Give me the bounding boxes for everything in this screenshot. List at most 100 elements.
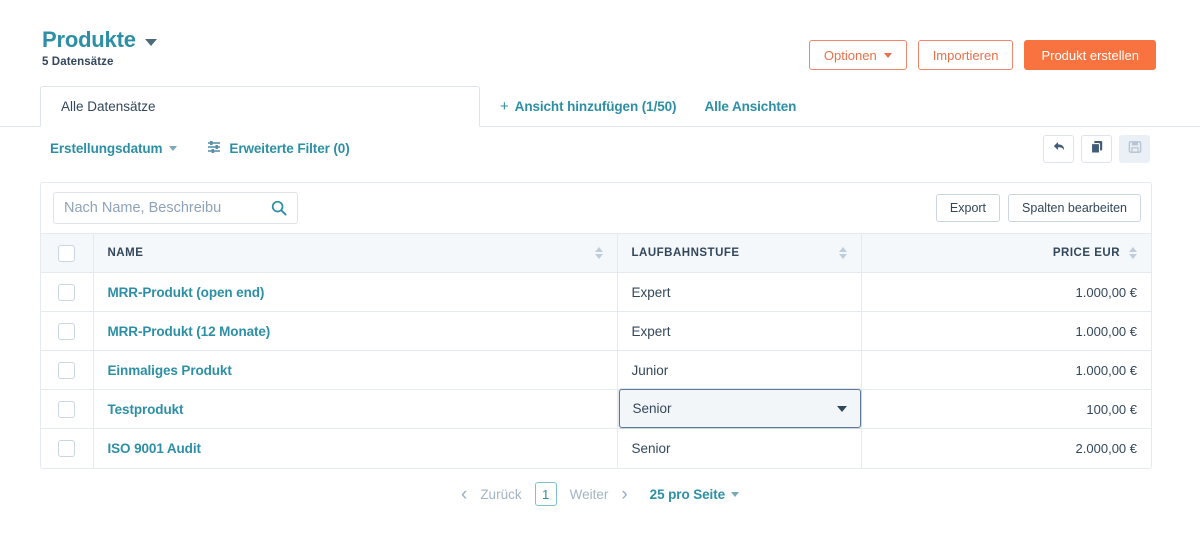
search-box[interactable] xyxy=(53,192,298,224)
column-header-price-label: PRICE EUR xyxy=(1052,247,1120,259)
chevron-down-icon[interactable] xyxy=(144,38,157,46)
undo-button[interactable] xyxy=(1043,135,1074,163)
chevron-down-icon xyxy=(836,405,847,412)
page-title-row[interactable]: Produkte xyxy=(42,28,157,52)
select-all-header xyxy=(41,233,94,273)
search-icon[interactable] xyxy=(271,200,287,221)
sort-by-label: Erstellungsdatum xyxy=(50,141,163,156)
page-size-selector[interactable]: 25 pro Seite xyxy=(649,486,740,502)
row-checkbox[interactable] xyxy=(58,361,76,379)
column-header-stage[interactable]: LAUFBAHNSTUFE xyxy=(617,233,862,273)
select-all-checkbox[interactable] xyxy=(58,244,76,262)
advanced-filters-label: Erweiterte Filter (0) xyxy=(229,141,350,156)
table-row[interactable]: Einmaliges Produkt Junior 1.000,00 € xyxy=(41,350,1151,390)
table-head: NAME LAUFBAHNSTUFE PRICE EUR xyxy=(41,233,1151,273)
pagination: ‹ Zurück 1 Weiter › 25 pro Seite xyxy=(0,482,1200,506)
cell-name: MRR-Produkt (12 Monate) xyxy=(93,311,618,351)
filter-bar: Erstellungsdatum Erweiterte Filter (0) xyxy=(0,127,1200,179)
product-name-link[interactable]: MRR-Produkt (open end) xyxy=(108,285,265,300)
add-view-label: Ansicht hinzufügen (1/50) xyxy=(514,99,677,114)
sort-by-created-date[interactable]: Erstellungsdatum xyxy=(50,141,178,156)
cell-price: 2.000,00 € xyxy=(1075,440,1137,456)
row-checkbox[interactable] xyxy=(58,322,76,340)
column-header-stage-label: LAUFBAHNSTUFE xyxy=(631,247,740,259)
cell-price: 100,00 € xyxy=(861,389,1151,429)
sort-icon[interactable] xyxy=(838,247,847,259)
chevron-down-icon xyxy=(169,146,178,151)
cell-name: Einmaliges Produkt xyxy=(93,350,618,390)
table-row[interactable]: MRR-Produkt (open end) Expert 1.000,00 € xyxy=(41,272,1151,312)
advanced-filters-button[interactable]: Erweiterte Filter (0) xyxy=(207,140,350,157)
cell-stage[interactable]: Expert xyxy=(617,272,862,312)
options-button[interactable]: Optionen xyxy=(808,40,907,70)
page-header: Produkte 5 Datensätze Optionen Importier… xyxy=(0,0,1200,86)
tabs-bar: Alle Datensätze + Ansicht hinzufügen (1/… xyxy=(0,86,1200,127)
create-product-button[interactable]: Produkt erstellen xyxy=(1024,40,1156,70)
save-icon xyxy=(1128,140,1142,159)
page-title: Produkte xyxy=(42,27,136,52)
sort-icon[interactable] xyxy=(594,247,603,259)
row-select-cell xyxy=(41,311,94,351)
products-page: Produkte 5 Datensätze Optionen Importier… xyxy=(0,0,1200,546)
clone-button[interactable] xyxy=(1081,135,1112,163)
cell-stage[interactable]: Junior xyxy=(617,350,862,390)
cell-price: 1.000,00 € xyxy=(861,272,1151,312)
column-header-name-label: NAME xyxy=(107,247,144,259)
all-views-button[interactable]: Alle Ansichten xyxy=(704,99,796,114)
sliders-icon xyxy=(207,140,222,157)
product-name-link[interactable]: Einmaliges Produkt xyxy=(108,363,232,378)
plus-icon: + xyxy=(500,98,509,115)
clone-icon xyxy=(1090,140,1104,159)
row-select-cell xyxy=(41,272,94,312)
column-header-name[interactable]: NAME xyxy=(93,233,618,273)
cell-stage[interactable]: Expert xyxy=(617,311,862,351)
row-select-cell xyxy=(41,350,94,390)
table-card: Export Spalten bearbeiten NAME xyxy=(40,182,1152,469)
column-header-price[interactable]: PRICE EUR xyxy=(861,233,1151,273)
next-page-chevron-icon[interactable]: › xyxy=(621,485,627,504)
chevron-down-icon xyxy=(731,491,740,497)
export-button[interactable]: Export xyxy=(935,194,1001,222)
cell-price: 1.000,00 € xyxy=(861,311,1151,351)
prev-page-chevron-icon[interactable]: ‹ xyxy=(461,485,467,504)
product-name-link[interactable]: MRR-Produkt (12 Monate) xyxy=(108,324,271,339)
row-checkbox[interactable] xyxy=(58,400,76,418)
prev-page-button[interactable]: Zurück xyxy=(480,487,521,502)
save-view-button[interactable] xyxy=(1119,135,1150,163)
edit-columns-button[interactable]: Spalten bearbeiten xyxy=(1008,194,1141,222)
header-actions: Optionen Importieren Produkt erstellen xyxy=(808,40,1156,70)
page-number-1[interactable]: 1 xyxy=(534,482,557,506)
product-name-link[interactable]: ISO 9001 Audit xyxy=(108,441,201,456)
cell-stage[interactable]: Senior xyxy=(617,428,862,468)
stage-dropdown-value: Senior xyxy=(632,401,672,416)
tab-links: + Ansicht hinzufügen (1/50) Alle Ansicht… xyxy=(500,86,796,127)
table-body: MRR-Produkt (open end) Expert 1.000,00 €… xyxy=(41,272,1151,468)
filter-bar-actions xyxy=(1043,135,1150,163)
product-name-link[interactable]: Testprodukt xyxy=(108,402,184,417)
title-block: Produkte 5 Datensätze xyxy=(42,28,157,68)
row-select-cell xyxy=(41,428,94,468)
table-header-row: NAME LAUFBAHNSTUFE PRICE EUR xyxy=(41,233,1151,273)
table-row[interactable]: MRR-Produkt (12 Monate) Expert 1.000,00 … xyxy=(41,311,1151,351)
cell-stage-editing[interactable]: Senior xyxy=(617,389,862,429)
filter-bar-left: Erstellungsdatum Erweiterte Filter (0) xyxy=(50,140,350,157)
table-row[interactable]: Testprodukt Senior 100,00 € xyxy=(41,389,1151,429)
sort-icon[interactable] xyxy=(1129,247,1137,259)
cell-name: ISO 9001 Audit xyxy=(93,428,618,468)
import-button[interactable]: Importieren xyxy=(917,40,1014,70)
page-size-label: 25 pro Seite xyxy=(649,486,726,502)
stage-dropdown[interactable]: Senior xyxy=(618,389,861,428)
products-table: NAME LAUFBAHNSTUFE PRICE EUR MRR-Produkt… xyxy=(41,233,1151,468)
tab-all-records[interactable]: Alle Datensätze xyxy=(40,86,480,127)
table-row[interactable]: ISO 9001 Audit Senior 2.000,00 € xyxy=(41,428,1151,468)
row-checkbox[interactable] xyxy=(58,283,76,301)
tab-all-records-label: Alle Datensätze xyxy=(61,99,156,114)
search-input[interactable] xyxy=(64,200,259,216)
undo-icon xyxy=(1051,140,1066,159)
table-toolbar: Export Spalten bearbeiten xyxy=(41,183,1151,233)
row-checkbox[interactable] xyxy=(58,439,76,457)
chevron-down-icon xyxy=(883,52,892,58)
add-view-button[interactable]: + Ansicht hinzufügen (1/50) xyxy=(500,98,677,115)
next-page-button[interactable]: Weiter xyxy=(570,487,609,502)
options-button-label: Optionen xyxy=(823,47,877,63)
